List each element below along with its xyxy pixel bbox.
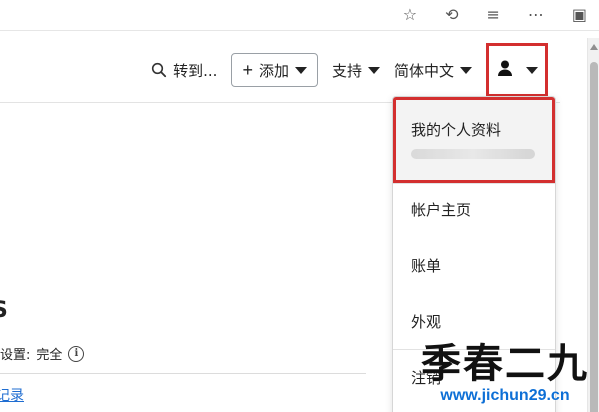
goto-label: 转到... bbox=[173, 61, 218, 80]
add-label: 添加 bbox=[258, 62, 289, 80]
support-menu[interactable]: 支持 bbox=[332, 60, 380, 81]
menu-item-account-home[interactable]: 帐户主页 bbox=[393, 199, 555, 221]
history-link[interactable]: 记录 bbox=[0, 385, 24, 405]
chevron-down-icon bbox=[294, 66, 307, 74]
setting-value: 完全 bbox=[36, 348, 63, 363]
menu-item-billing[interactable]: 账单 bbox=[393, 255, 555, 277]
plus-icon: + bbox=[242, 60, 253, 80]
menu-divider bbox=[393, 183, 555, 184]
divider bbox=[0, 373, 366, 374]
menu-item-label: 账单 bbox=[411, 257, 442, 275]
scroll-thumb[interactable] bbox=[590, 62, 598, 412]
support-label: 支持 bbox=[331, 61, 362, 80]
language-label: 简体中文 bbox=[393, 61, 454, 80]
menu-item-label: 帐户主页 bbox=[411, 201, 472, 219]
info-icon[interactable]: i bbox=[68, 345, 85, 362]
vertical-scrollbar[interactable] bbox=[587, 38, 599, 412]
star-icon[interactable]: ☆ bbox=[403, 7, 417, 23]
browser-icons: ☆ ⟲ ≡ ⋯ ▣ bbox=[403, 4, 587, 26]
search-icon bbox=[151, 62, 167, 78]
menu-item-label: 注销 bbox=[411, 369, 442, 387]
redacted-email bbox=[411, 149, 535, 159]
sidebar-icon[interactable]: ▣ bbox=[572, 7, 587, 23]
app-window: ☆ ⟲ ≡ ⋯ ▣ 转到... + 添加 支持 简体中文 设置: 完全 i 记录… bbox=[0, 0, 599, 412]
chevron-down-icon bbox=[526, 66, 538, 74]
account-dropdown: 我的个人资料 帐户主页 账单 外观 注销 bbox=[392, 96, 556, 412]
menu-item-label: 外观 bbox=[411, 313, 442, 331]
chevron-down-icon bbox=[460, 66, 472, 74]
section-heading: S bbox=[0, 298, 8, 323]
menu-item-sign-out[interactable]: 注销 bbox=[393, 367, 555, 389]
goto-button[interactable]: 转到... bbox=[151, 60, 217, 81]
more-icon[interactable]: ⋯ bbox=[528, 7, 544, 23]
page-content: S 设置: 完全 i 记录 bbox=[0, 104, 390, 412]
account-menu-button[interactable] bbox=[486, 43, 548, 97]
menu-item-label: 我的个人资料 bbox=[411, 121, 502, 139]
add-button[interactable]: + 添加 bbox=[231, 53, 318, 87]
browser-toolbar: ☆ ⟲ ≡ ⋯ ▣ bbox=[0, 0, 599, 31]
setting-label: 设置: bbox=[0, 348, 31, 363]
user-icon bbox=[496, 59, 514, 81]
language-menu[interactable]: 简体中文 bbox=[394, 60, 472, 81]
page-header: 转到... + 添加 支持 简体中文 bbox=[0, 38, 560, 103]
menu-item-my-profile[interactable]: 我的个人资料 bbox=[393, 119, 555, 141]
setting-row: 设置: 完全 i bbox=[0, 344, 85, 363]
reading-list-icon[interactable]: ≡ bbox=[486, 7, 499, 23]
extensions-icon[interactable]: ⟲ bbox=[445, 7, 458, 23]
chevron-down-icon bbox=[367, 66, 380, 74]
scroll-up-icon[interactable] bbox=[590, 44, 598, 50]
header-actions: 转到... + 添加 支持 简体中文 bbox=[151, 38, 548, 102]
menu-divider bbox=[393, 349, 555, 350]
menu-item-appearance[interactable]: 外观 bbox=[393, 311, 555, 333]
